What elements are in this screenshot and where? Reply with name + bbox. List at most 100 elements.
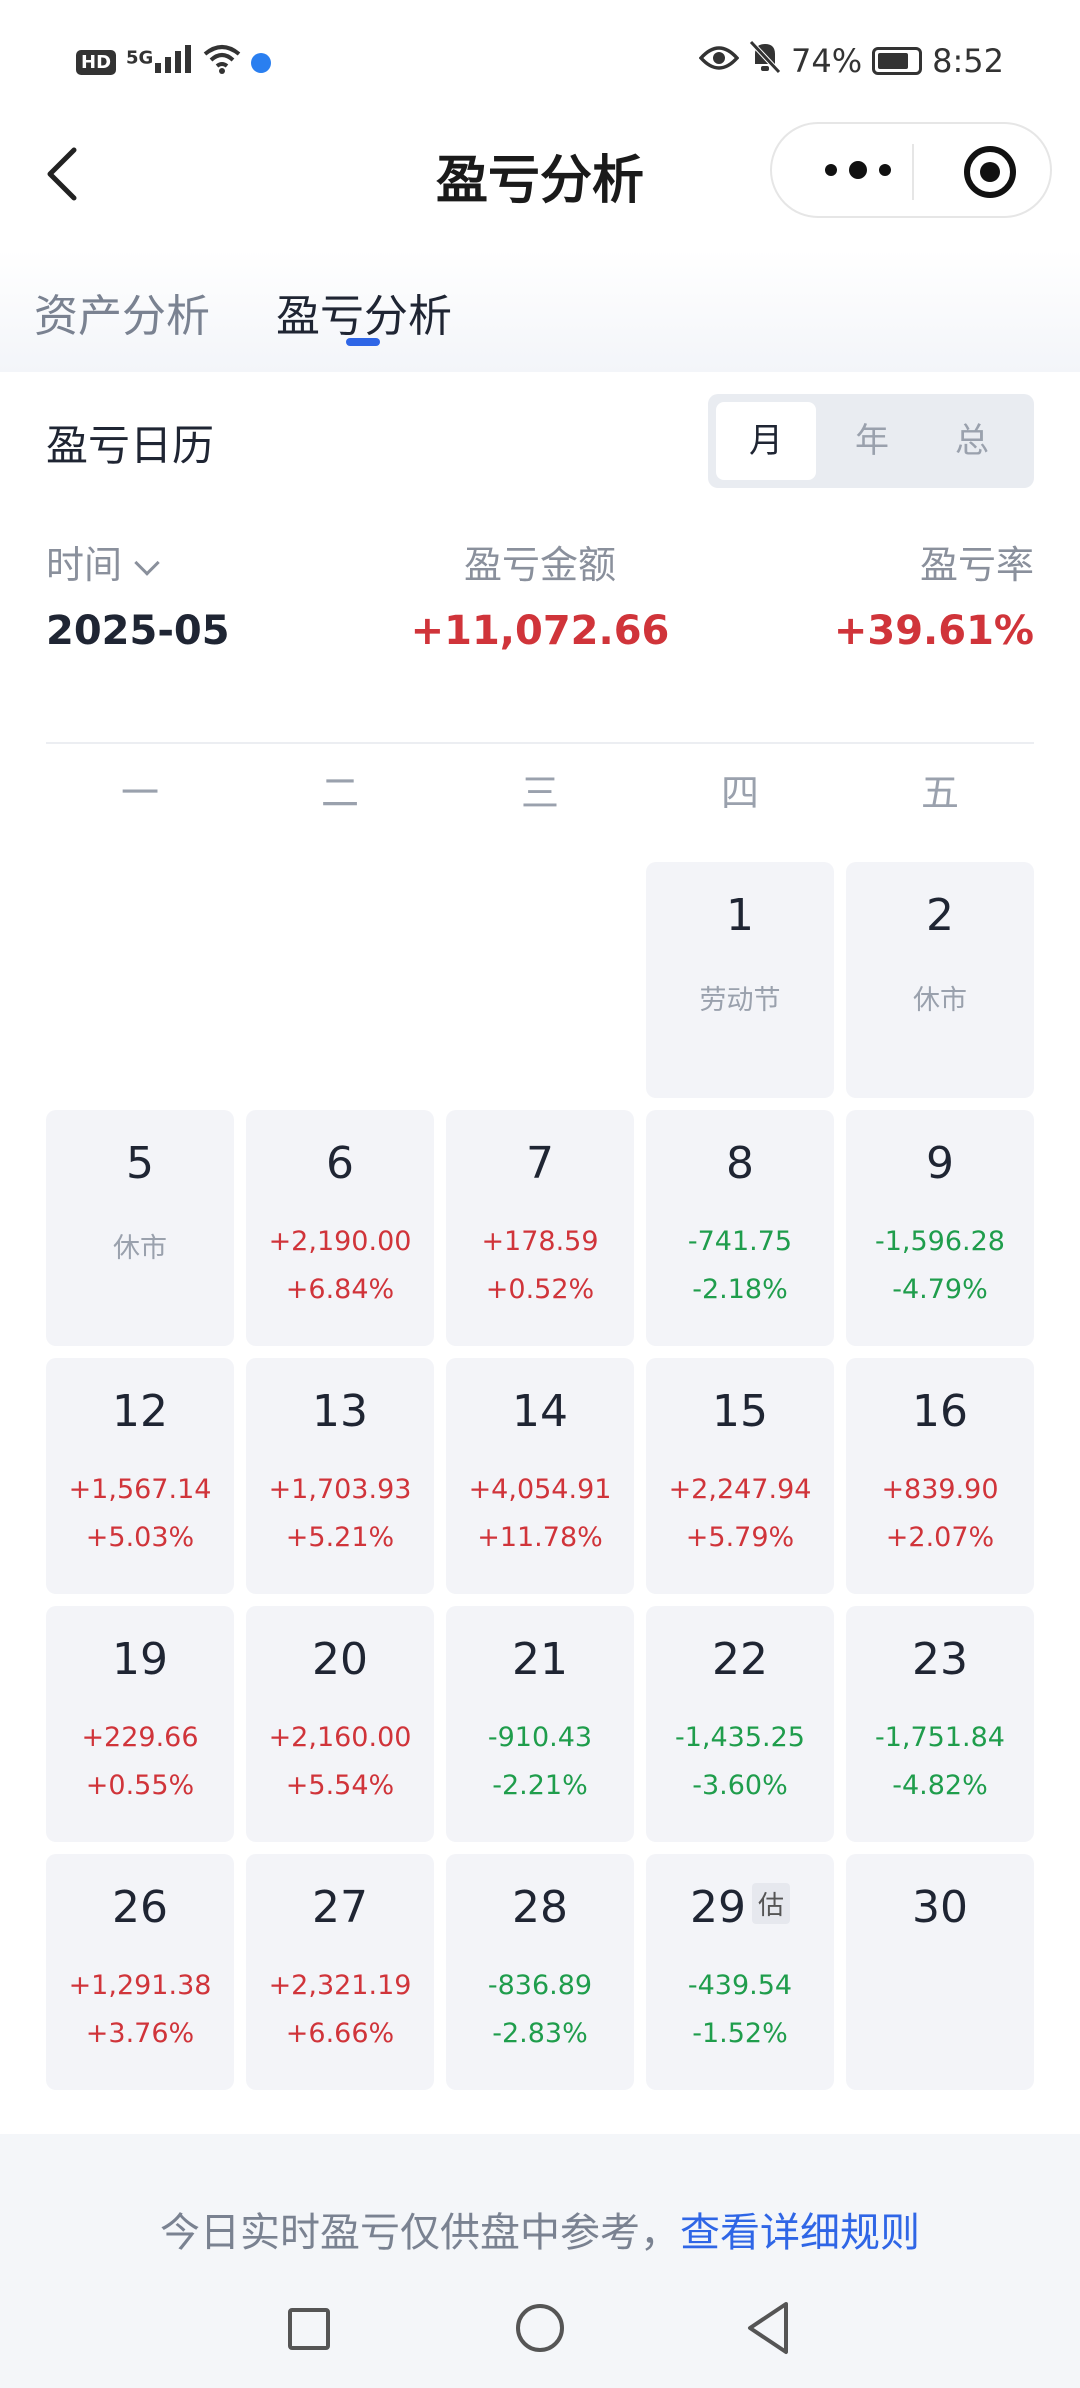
calendar-day-cell[interactable]: 7 +178.59 +0.52% (446, 1110, 634, 1346)
calendar-day-cell[interactable]: 6 +2,190.00 +6.84% (246, 1110, 434, 1346)
day-number-text: 13 (312, 1386, 368, 1437)
calendar-day-cell[interactable]: 13 +1,703.93 +5.21% (246, 1358, 434, 1594)
day-pnl-rate: +3.76% (85, 2018, 195, 2049)
day-number-text: 9 (926, 1138, 954, 1189)
day-pnl-amount: +839.90 (881, 1474, 999, 1505)
day-number-text: 30 (912, 1882, 968, 1933)
day-number: 6 (246, 1138, 434, 1189)
day-pnl-amount: +1,703.93 (268, 1474, 412, 1505)
day-pnl-amount: +4,054.91 (468, 1474, 612, 1505)
day-pnl-rate: +5.21% (285, 1522, 395, 1553)
day-pnl-rate: -4.79% (892, 1274, 988, 1305)
signal-icon: 5G (126, 45, 193, 80)
status-bar: HD 5G 74% 8:52 (0, 0, 1080, 120)
day-number-text: 16 (912, 1386, 968, 1437)
calendar-title: 盈亏日历 (46, 421, 215, 470)
day-pnl-rate: +11.78% (477, 1522, 603, 1553)
day-number: 15 (646, 1386, 834, 1437)
calendar-day-cell[interactable]: 21 -910.43 -2.21% (446, 1606, 634, 1842)
day-number: 1 (646, 890, 834, 941)
app-header: 盈亏分析 (0, 120, 1080, 250)
calendar-day-cell[interactable]: 23 -1,751.84 -4.82% (846, 1606, 1034, 1842)
weekday-label: 三 (520, 771, 559, 815)
day-number: 29 估 (646, 1882, 834, 1933)
calendar-day-cell[interactable]: 28 -836.89 -2.83% (446, 1854, 634, 2090)
calendar-day-cell[interactable]: 26 +1,291.38 +3.76% (46, 1854, 234, 2090)
weekday-label: 二 (320, 771, 359, 815)
day-pnl-rate: -2.18% (692, 1274, 788, 1305)
day-pnl-rate: +5.03% (85, 1522, 195, 1553)
calendar-day-cell[interactable]: 5 休市 (46, 1110, 234, 1346)
more-dots-icon (825, 161, 891, 179)
day-number: 12 (46, 1386, 234, 1437)
footer-note-text: 今日实时盈亏仅供盘中参考， (160, 2210, 680, 2256)
day-pnl-rate: +2.07% (885, 1522, 995, 1553)
calendar-day-cell[interactable]: 20 +2,160.00 +5.54% (246, 1606, 434, 1842)
day-number: 2 (846, 890, 1034, 941)
rate-label: 盈亏率 (919, 543, 1034, 587)
home-button[interactable] (516, 2304, 564, 2352)
calendar-day-cell[interactable]: 1 劳动节 (646, 862, 834, 1098)
day-number-text: 2 (926, 890, 954, 941)
day-number-text: 14 (512, 1386, 568, 1437)
day-pnl-rate: +0.55% (85, 1770, 195, 1801)
recent-apps-button[interactable] (288, 2308, 330, 2350)
day-number-text: 22 (712, 1634, 768, 1685)
miniapp-capsule (770, 122, 1052, 218)
day-pnl-amount: -1,596.28 (875, 1226, 1005, 1257)
calendar-day-cell[interactable]: 12 +1,567.14 +5.03% (46, 1358, 234, 1594)
day-pnl-rate: +0.52% (485, 1274, 595, 1305)
day-number-text: 8 (726, 1138, 754, 1189)
day-number-text: 1 (726, 890, 754, 941)
rules-link[interactable]: 查看详细规则 (680, 2210, 920, 2256)
day-pnl-rate: +5.54% (285, 1770, 395, 1801)
segment-month[interactable]: 月 (716, 402, 816, 480)
status-left: HD 5G (76, 44, 272, 81)
calendar-day-cell[interactable]: 22 -1,435.25 -3.60% (646, 1606, 834, 1842)
day-number-text: 28 (512, 1882, 568, 1933)
day-pnl-rate: -2.21% (492, 1770, 588, 1801)
day-pnl-rate: -1.52% (692, 2018, 788, 2049)
day-pnl-amount: +2,160.00 (268, 1722, 412, 1753)
day-number-text: 21 (512, 1634, 568, 1685)
day-number: 27 (246, 1882, 434, 1933)
day-number-text: 23 (912, 1634, 968, 1685)
status-right: 74% 8:52 (698, 40, 1004, 82)
day-pnl-amount: -910.43 (487, 1722, 593, 1753)
day-pnl-amount: -439.54 (687, 1970, 793, 2001)
weekday-label: 四 (720, 771, 759, 815)
weekday-label: 五 (920, 771, 959, 815)
bell-off-icon (749, 40, 781, 82)
nav-back-icon[interactable] (744, 2300, 792, 2356)
calendar-day-cell[interactable]: 29 估 -439.54 -1.52% (646, 1854, 834, 2090)
calendar-day-cell[interactable]: 9 -1,596.28 -4.79% (846, 1110, 1034, 1346)
day-number-text: 12 (112, 1386, 168, 1437)
day-number: 21 (446, 1634, 634, 1685)
segment-total[interactable]: 总 (922, 402, 1022, 480)
clock: 8:52 (932, 42, 1004, 80)
calendar-day-cell[interactable]: 8 -741.75 -2.18% (646, 1110, 834, 1346)
day-number: 19 (46, 1634, 234, 1685)
calendar-day-cell[interactable]: 16 +839.90 +2.07% (846, 1358, 1034, 1594)
tab-pnl-analysis[interactable]: 盈亏分析 (276, 280, 452, 344)
calendar-day-cell[interactable]: 27 +2,321.19 +6.66% (246, 1854, 434, 2090)
day-number-text: 15 (712, 1386, 768, 1437)
more-button[interactable] (808, 144, 908, 196)
close-miniapp-button[interactable] (964, 146, 1016, 198)
tab-bar: 资产分析 盈亏分析 (0, 250, 1080, 372)
period-segmented-control: 月 年 总 (708, 394, 1034, 488)
segment-year[interactable]: 年 (822, 402, 922, 480)
calendar-day-cell[interactable]: 30 (846, 1854, 1034, 2090)
calendar-day-cell[interactable]: 15 +2,247.94 +5.79% (646, 1358, 834, 1594)
day-pnl-rate: +5.79% (685, 1522, 795, 1553)
calendar-day-cell[interactable]: 19 +229.66 +0.55% (46, 1606, 234, 1842)
pnl-calendar-card: 盈亏日历 月 年 总 时间 盈亏金额 盈亏率 2025-05 +11,072.6… (0, 372, 1080, 2134)
calendar-day-cell[interactable]: 2 休市 (846, 862, 1034, 1098)
calendar-day-cell[interactable]: 14 +4,054.91 +11.78% (446, 1358, 634, 1594)
day-number: 13 (246, 1386, 434, 1437)
day-pnl-rate: -4.82% (892, 1770, 988, 1801)
day-pnl-amount: +229.66 (81, 1722, 199, 1753)
tab-asset-analysis[interactable]: 资产分析 (34, 280, 210, 344)
day-number: 8 (646, 1138, 834, 1189)
summary-divider (46, 742, 1034, 744)
